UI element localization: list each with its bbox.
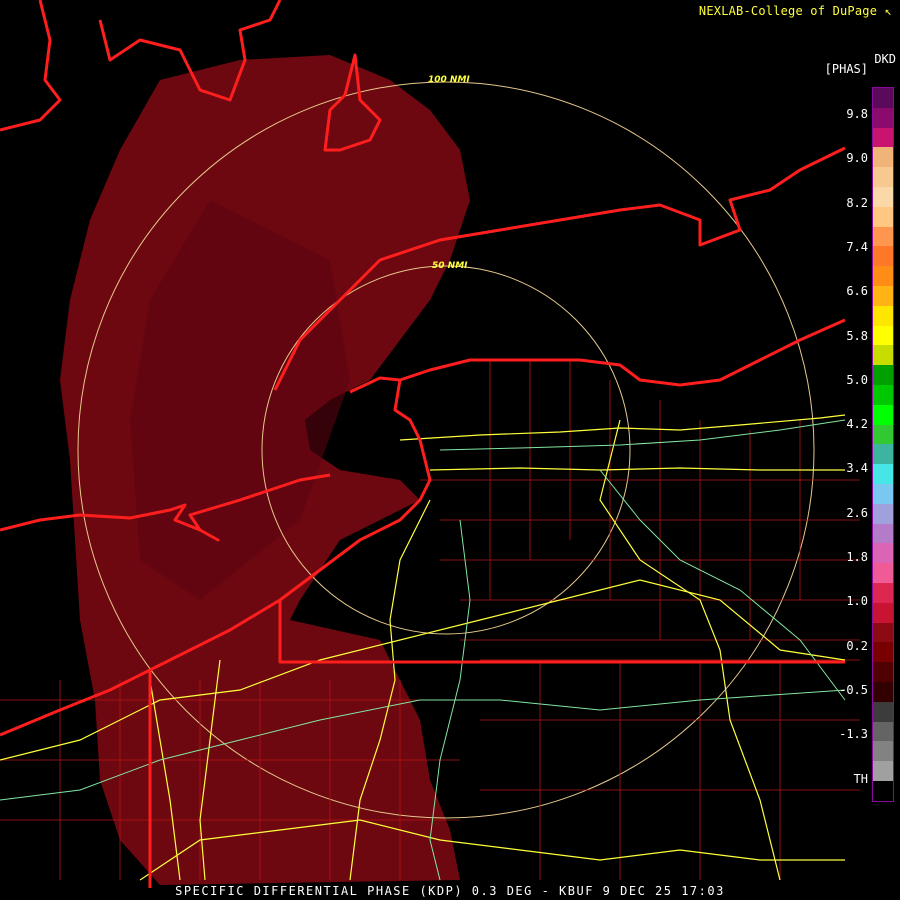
legend-tick-label: -0.5 <box>839 682 868 697</box>
legend-swatch <box>873 107 893 128</box>
legend-swatch <box>873 285 893 306</box>
legend-swatch <box>873 563 893 583</box>
legend-swatch <box>873 761 893 781</box>
color-legend-ticks: 9.8 9.0 8.2 7.4 6.6 5.8 5.0 4.2 3.4 2.6 1.8 1.0 0.2 -… <box>820 87 870 802</box>
legend-swatch <box>873 266 893 286</box>
legend-swatch <box>873 226 893 247</box>
legend-swatch <box>873 543 893 564</box>
legend-swatch <box>873 444 893 465</box>
legend-swatch <box>873 384 893 405</box>
legend-swatch <box>873 662 893 682</box>
legend-swatch <box>873 464 893 484</box>
color-legend-bar <box>872 87 894 802</box>
legend-tick-label: 2.6 <box>846 505 868 520</box>
legend-swatch <box>873 701 893 722</box>
legend-swatch <box>873 681 893 702</box>
legend-tick-label: 7.4 <box>846 239 868 254</box>
legend-tick-label: 9.8 <box>846 107 868 121</box>
legend-swatch <box>873 127 893 148</box>
legend-swatch <box>873 186 893 207</box>
legend-swatch <box>873 642 893 663</box>
range-label-50: 50 NMI <box>432 261 468 271</box>
legend-tick-label: 4.2 <box>846 417 868 432</box>
legend-swatch <box>873 741 893 762</box>
legend-tick-label: 8.2 <box>846 195 868 210</box>
legend-tick-label: 5.8 <box>846 328 868 343</box>
legend-swatch <box>873 503 893 524</box>
legend-tick-label: 9.0 <box>846 151 868 166</box>
legend-swatch <box>873 780 893 801</box>
legend-swatch <box>873 721 893 742</box>
legend-swatch <box>873 365 893 385</box>
legend-tick-label: 6.6 <box>846 284 868 299</box>
legend-swatch <box>873 523 893 544</box>
legend-swatch <box>873 345 893 366</box>
legend-product-code: DKD <box>874 52 896 66</box>
range-label-100: 100 NMI <box>428 75 470 85</box>
legend-swatch <box>873 404 893 425</box>
legend-swatch <box>873 206 893 227</box>
legend-tick-label: 3.4 <box>846 461 868 476</box>
legend-unit: [PHAS] <box>824 62 868 76</box>
legend-swatch <box>873 167 893 187</box>
legend-swatch <box>873 305 893 326</box>
legend-tick-label: 1.0 <box>846 594 868 609</box>
legend-swatch <box>873 622 893 643</box>
legend-swatch <box>873 246 893 267</box>
legend-tick-label: 1.8 <box>846 550 868 564</box>
legend-tick-label: 5.0 <box>846 372 868 387</box>
legend-tick-label: TH <box>853 771 868 786</box>
product-caption: SPECIFIC DIFFERENTIAL PHASE (KDP) 0.3 DE… <box>175 884 725 898</box>
legend-swatch <box>873 582 893 603</box>
legend-tick-label: 0.2 <box>846 638 868 653</box>
legend-swatch <box>873 483 893 504</box>
legend-swatch <box>873 325 893 346</box>
provider-credit: NEXLAB-College of DuPage ↖ <box>698 4 892 18</box>
legend-swatch <box>873 602 893 623</box>
radar-map: 100 NMI 50 NMI <box>0 0 900 900</box>
legend-swatch <box>873 424 893 445</box>
legend-tick-label: -1.3 <box>839 727 868 742</box>
legend-swatch <box>873 147 893 168</box>
r-logo-icon: ↖ <box>884 4 892 18</box>
legend-swatch <box>873 88 893 108</box>
